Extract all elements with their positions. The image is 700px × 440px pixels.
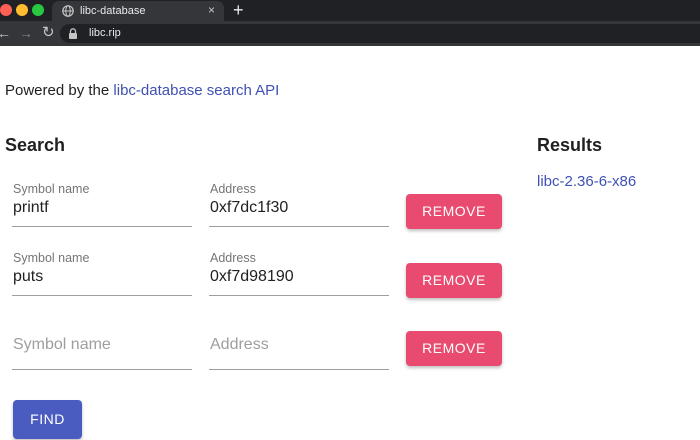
find-button[interactable]: FIND	[13, 400, 82, 439]
tab-close-icon[interactable]: ×	[208, 3, 215, 17]
reload-icon[interactable]: ↻	[42, 25, 55, 41]
new-tab-button[interactable]: +	[233, 0, 244, 20]
address-input[interactable]	[209, 267, 389, 287]
symbol-label: Symbol name	[13, 182, 90, 196]
forward-arrow-icon[interactable]: →	[19, 25, 33, 41]
search-heading: Search	[5, 135, 66, 155]
browser-tab[interactable]: libc-database ×	[52, 1, 224, 21]
address-field-1: Address	[209, 182, 389, 230]
address-input[interactable]	[209, 198, 389, 218]
address-input[interactable]	[209, 335, 389, 355]
remove-button[interactable]: REMOVE	[406, 263, 502, 298]
result-link[interactable]: libc-2.36-6-x86	[537, 173, 636, 191]
symbol-input[interactable]	[12, 198, 192, 218]
browser-toolbar: ← → ↻ libc.rip	[0, 21, 700, 46]
results-heading: Results	[537, 135, 603, 155]
globe-icon	[62, 5, 74, 17]
powered-by-prefix: Powered by the	[5, 82, 114, 99]
address-label: Address	[210, 182, 256, 196]
maximize-window-icon[interactable]	[32, 4, 44, 16]
close-window-icon[interactable]	[0, 4, 12, 16]
powered-by-text: Powered by the libc-database search API	[5, 82, 279, 100]
api-link[interactable]: libc-database search API	[113, 82, 279, 99]
address-field-3	[209, 325, 389, 373]
field-underline	[209, 369, 389, 370]
symbol-label: Symbol name	[13, 251, 90, 265]
field-underline	[12, 226, 192, 227]
symbol-input[interactable]	[12, 335, 192, 355]
field-underline	[209, 295, 389, 296]
field-underline	[209, 226, 389, 227]
symbol-field-3	[12, 325, 192, 373]
address-label: Address	[210, 251, 256, 265]
lock-icon	[69, 28, 77, 39]
minimize-window-icon[interactable]	[16, 4, 28, 16]
symbol-field-1: Symbol name	[12, 182, 192, 230]
browser-tabstrip: libc-database × +	[0, 0, 700, 21]
symbol-input[interactable]	[12, 267, 192, 287]
field-underline	[12, 369, 192, 370]
remove-button[interactable]: REMOVE	[406, 331, 502, 366]
remove-button[interactable]: REMOVE	[406, 194, 502, 229]
tab-title: libc-database	[80, 5, 146, 17]
address-field-2: Address	[209, 251, 389, 299]
symbol-field-2: Symbol name	[12, 251, 192, 299]
field-underline	[12, 295, 192, 296]
address-bar[interactable]: libc.rip	[60, 24, 700, 43]
url-text: libc.rip	[89, 27, 121, 39]
back-arrow-icon[interactable]: ←	[0, 25, 11, 41]
